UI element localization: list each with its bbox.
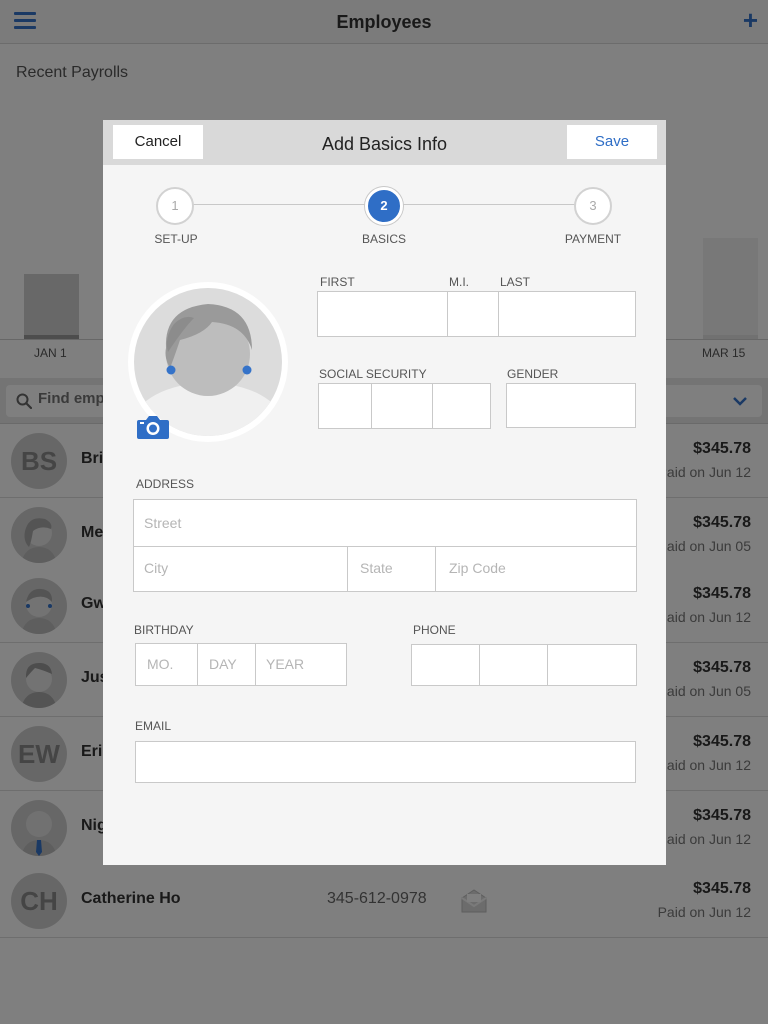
address-field-group — [133, 499, 637, 592]
step-setup[interactable]: 1 — [156, 187, 194, 225]
gender-field[interactable] — [506, 383, 636, 428]
step-label-payment: PAYMENT — [564, 232, 622, 246]
step-basics[interactable]: 2 — [365, 187, 403, 225]
ssn-field-group — [318, 383, 491, 429]
ssn-part-1-input[interactable] — [323, 396, 367, 412]
ssn-part-2-input[interactable] — [375, 396, 429, 412]
state-input[interactable] — [360, 560, 440, 576]
add-basics-modal: Cancel Add Basics Info Save 1 2 3 SET-UP… — [103, 120, 666, 865]
birthday-field-group — [135, 643, 347, 686]
email-label: EMAIL — [135, 719, 172, 733]
email-input[interactable] — [144, 753, 624, 769]
phone-line-input[interactable] — [552, 656, 632, 672]
modal-header: Cancel Add Basics Info Save — [103, 120, 666, 165]
step-label-basics: BASICS — [361, 232, 406, 246]
phone-area-input[interactable] — [418, 656, 476, 672]
step-label-setup: SET-UP — [154, 232, 198, 246]
phone-label: PHONE — [413, 623, 456, 637]
last-name-input[interactable] — [504, 304, 629, 320]
gender-label: GENDER — [507, 367, 559, 381]
birth-year-input[interactable] — [266, 656, 340, 672]
last-name-label: LAST — [500, 275, 531, 289]
birthday-label: BIRTHDAY — [134, 623, 194, 637]
first-name-input[interactable] — [324, 304, 442, 320]
first-name-label: FIRST — [320, 275, 355, 289]
mi-label: M.I. — [449, 275, 469, 289]
street-input[interactable] — [144, 515, 624, 531]
save-button[interactable]: Save — [567, 125, 657, 159]
birth-month-input[interactable] — [147, 656, 197, 672]
step-payment[interactable]: 3 — [574, 187, 612, 225]
name-field-group — [317, 291, 636, 337]
middle-initial-input[interactable] — [452, 304, 496, 320]
birth-day-input[interactable] — [209, 656, 253, 672]
phone-field-group — [411, 644, 637, 686]
camera-icon[interactable] — [136, 412, 170, 440]
zip-code-input[interactable] — [449, 560, 629, 576]
address-label: ADDRESS — [136, 477, 195, 491]
ssn-label: SOCIAL SECURITY — [319, 367, 427, 381]
email-field-wrapper — [135, 741, 636, 783]
ssn-part-3-input[interactable] — [437, 396, 487, 412]
phone-prefix-input[interactable] — [484, 656, 542, 672]
city-input[interactable] — [144, 560, 339, 576]
